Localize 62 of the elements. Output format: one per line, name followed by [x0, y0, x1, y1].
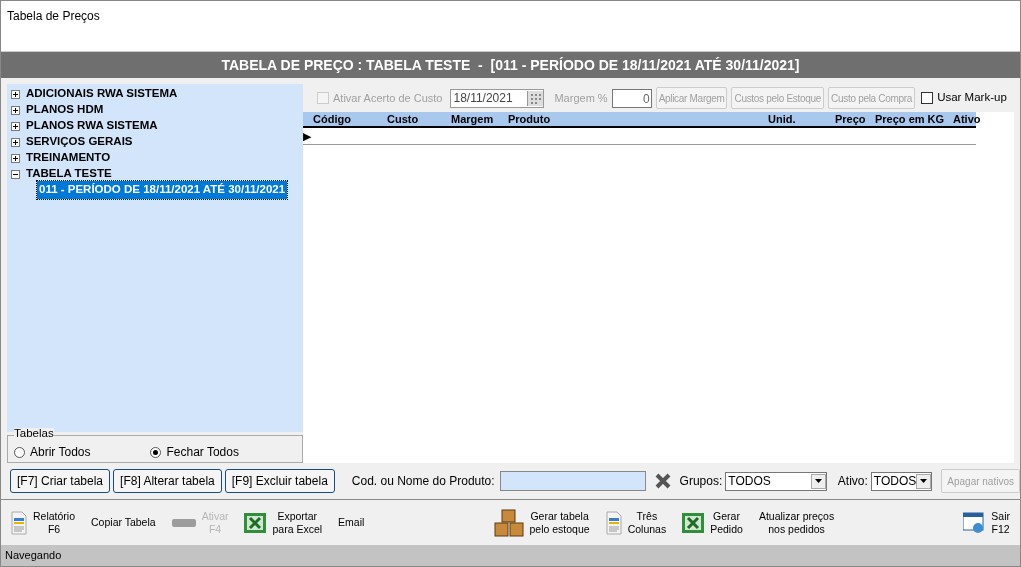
- column-header[interactable]: Margem: [441, 110, 498, 128]
- checkbox[interactable]: [921, 92, 934, 104]
- tree-item[interactable]: SERVIÇOS GERAIS: [24, 133, 135, 151]
- boxes-icon: [493, 508, 524, 537]
- filter-label: Grupos:: [679, 473, 723, 490]
- toolbar-button[interactable]: Copiar Tabela: [89, 516, 158, 529]
- expand-toggle-icon[interactable]: [11, 89, 20, 99]
- toolbar-button[interactable]: Relatório F6: [9, 509, 78, 536]
- checkbox-label: Ativar Acerto de Custo: [333, 90, 443, 106]
- radio-button[interactable]: [14, 446, 25, 458]
- column-header[interactable]: Produto: [498, 110, 758, 128]
- margin-label: Margem %: [554, 90, 608, 106]
- document-icon: [11, 510, 27, 535]
- spreadsheet-icon: [244, 512, 267, 533]
- column-header[interactable]: Custo: [377, 110, 441, 128]
- header-title: TABELA DE PREÇO : TABELA TESTE - [011 - PERÍODO DE 18/11/2021 ATÉ 30/11/2021]: [221, 55, 800, 75]
- current-row-marker: ▶: [303, 130, 311, 142]
- margin-field[interactable]: 0: [611, 88, 652, 108]
- tree-item[interactable]: TREINAMENTO: [24, 149, 113, 167]
- tree-item[interactable]: ADICIONAIS RWA SISTEMA: [24, 85, 180, 103]
- toolbar-button[interactable]: Sair F12: [961, 509, 1012, 536]
- column-header[interactable]: Unid.: [758, 110, 825, 128]
- filter-label: Cod. ou Nome do Produto:: [351, 473, 495, 490]
- bar-icon: [171, 518, 196, 527]
- checkbox-label: Usar Mark-up: [937, 90, 1007, 106]
- toolbar-button[interactable]: Atualizar preços nos pedidos: [756, 509, 837, 536]
- radio-label: Abrir Todos: [30, 444, 91, 461]
- table-button[interactable]: [F8] Alterar tabela: [113, 469, 222, 493]
- radio-button[interactable]: [150, 446, 162, 458]
- document-icon: [605, 510, 622, 535]
- expand-toggle-icon[interactable]: [11, 137, 20, 147]
- radio-label: Fechar Todos: [166, 444, 239, 461]
- toolbar-button[interactable]: Três Colunas: [603, 509, 669, 536]
- tree-item[interactable]: TABELA TESTE: [24, 165, 114, 183]
- tree-item[interactable]: PLANOS HDM: [24, 101, 106, 119]
- date-field[interactable]: 18/11/2021: [450, 88, 545, 108]
- clear-icon[interactable]: [654, 473, 671, 489]
- filter-label: Ativo:: [837, 473, 868, 490]
- product-search-field[interactable]: [499, 471, 646, 491]
- dropdown[interactable]: TODOS: [725, 471, 827, 491]
- column-header[interactable]: Código: [303, 110, 377, 128]
- status-text: Navegando: [5, 548, 62, 564]
- tree-item[interactable]: 011 - PERÍODO DE 18/11/2021 ATÉ 30/11/2021: [37, 181, 288, 199]
- toolbar-button[interactable]: Email: [336, 516, 367, 529]
- calendar-icon[interactable]: [527, 90, 544, 106]
- window-title: Tabela de Preços: [7, 8, 100, 25]
- expand-toggle-icon[interactable]: [11, 105, 20, 115]
- toolbar-button[interactable]: Gerar tabela pelo estoque: [491, 508, 592, 537]
- group-legend: Tabelas: [14, 428, 54, 440]
- column-header[interactable]: Preço em KG: [865, 110, 943, 128]
- toolbar-button[interactable]: Exportar para Excel: [242, 509, 325, 536]
- spreadsheet-icon: [682, 512, 705, 533]
- expand-toggle-icon[interactable]: [11, 153, 20, 163]
- toolbar-button[interactable]: Gerar Pedido: [680, 509, 745, 536]
- window-exit-icon: [963, 511, 986, 534]
- expand-toggle-icon[interactable]: [11, 169, 20, 179]
- tree-item[interactable]: PLANOS RWA SISTEMA: [24, 117, 160, 135]
- column-header[interactable]: Preço: [825, 110, 865, 128]
- expand-toggle-icon[interactable]: [11, 121, 20, 131]
- table-button[interactable]: [F9] Excluir tabela: [224, 469, 335, 493]
- dropdown[interactable]: TODOS: [870, 471, 933, 491]
- table-button[interactable]: [F7] Criar tabela: [10, 469, 111, 493]
